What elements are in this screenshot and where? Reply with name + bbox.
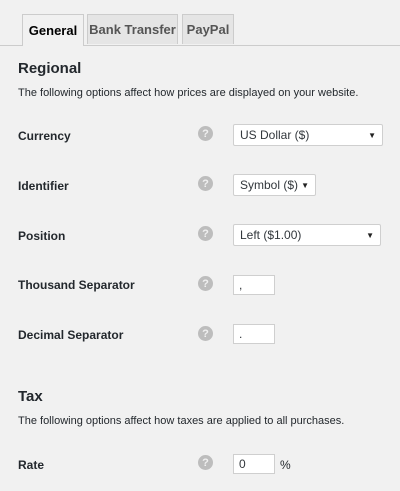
chevron-down-icon: ▼: [366, 231, 374, 240]
rate-input[interactable]: 0: [233, 454, 275, 474]
position-value: Left ($1.00): [240, 228, 302, 242]
section-desc-tax: The following options affect how taxes a…: [18, 415, 345, 427]
thousand-separator-help-icon[interactable]: ?: [198, 276, 213, 291]
tab-paypal[interactable]: PayPal: [182, 14, 234, 44]
settings-tabs: General Bank Transfer PayPal: [0, 0, 400, 46]
rate-label: Rate: [18, 458, 45, 472]
currency-select[interactable]: US Dollar ($) ▼: [233, 124, 383, 146]
section-title-regional: Regional: [18, 60, 82, 77]
chevron-down-icon: ▼: [368, 131, 376, 140]
decimal-separator-input[interactable]: .: [233, 324, 275, 344]
identifier-label: Identifier: [18, 179, 69, 193]
currency-help-icon[interactable]: ?: [198, 126, 213, 141]
currency-label: Currency: [18, 129, 71, 143]
section-desc-regional: The following options affect how prices …: [18, 87, 359, 99]
tab-general[interactable]: General: [22, 14, 84, 46]
currency-value: US Dollar ($): [240, 128, 310, 142]
position-label: Position: [18, 229, 66, 243]
identifier-value: Symbol ($): [240, 178, 299, 192]
tab-bank-transfer[interactable]: Bank Transfer: [87, 14, 178, 44]
thousand-separator-label: Thousand Separator: [18, 278, 135, 292]
rate-unit: %: [280, 458, 291, 472]
chevron-down-icon: ▼: [301, 181, 309, 190]
thousand-separator-input[interactable]: ,: [233, 275, 275, 295]
decimal-separator-label: Decimal Separator: [18, 328, 124, 342]
section-title-tax: Tax: [18, 388, 43, 405]
position-help-icon[interactable]: ?: [198, 226, 213, 241]
decimal-separator-help-icon[interactable]: ?: [198, 326, 213, 341]
identifier-select[interactable]: Symbol ($) ▼: [233, 174, 316, 196]
rate-help-icon[interactable]: ?: [198, 455, 213, 470]
position-select[interactable]: Left ($1.00) ▼: [233, 224, 381, 246]
identifier-help-icon[interactable]: ?: [198, 176, 213, 191]
